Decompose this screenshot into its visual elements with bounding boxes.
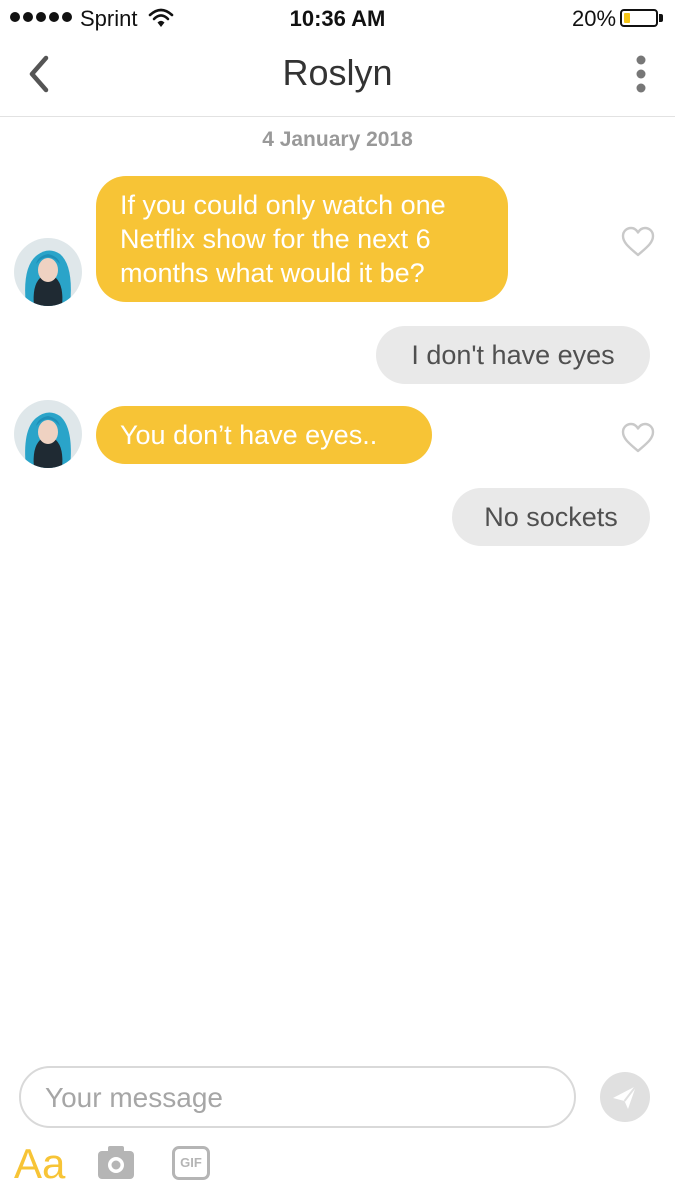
heart-icon (621, 226, 655, 257)
battery-percent: 20% (572, 6, 617, 31)
avatar-image (14, 400, 82, 468)
send-icon (613, 1085, 637, 1109)
message-bubble-incoming[interactable]: If you could only watch one Netflix show… (96, 176, 508, 302)
camera-button[interactable] (96, 1143, 136, 1186)
more-vertical-icon (636, 55, 646, 93)
chat-header: Roslyn (0, 38, 675, 117)
gif-button[interactable]: GIF (172, 1146, 210, 1180)
contact-name: Roslyn (282, 52, 393, 93)
more-options-button[interactable] (622, 50, 662, 100)
heart-icon (621, 422, 655, 453)
contact-avatar[interactable] (14, 400, 82, 468)
battery-nub (659, 14, 663, 22)
message-input[interactable] (43, 1068, 547, 1128)
battery-level-fill (624, 13, 630, 23)
contact-avatar[interactable] (14, 238, 82, 306)
like-button[interactable] (620, 422, 656, 454)
like-button[interactable] (620, 226, 656, 258)
battery-icon (620, 9, 658, 27)
message-bubble-outgoing[interactable]: I don't have eyes (376, 326, 650, 384)
text-format-button[interactable]: Aa (14, 1140, 65, 1188)
message-composer (19, 1066, 576, 1128)
camera-icon (98, 1146, 134, 1179)
send-button[interactable] (600, 1072, 650, 1122)
avatar-image (14, 238, 82, 306)
status-bar: Sprint 10:36 AM 20% (0, 0, 675, 38)
date-separator: 4 January 2018 (262, 128, 413, 151)
message-bubble-incoming[interactable]: You don’t have eyes.. (96, 406, 432, 464)
message-bubble-outgoing[interactable]: No sockets (452, 488, 650, 546)
